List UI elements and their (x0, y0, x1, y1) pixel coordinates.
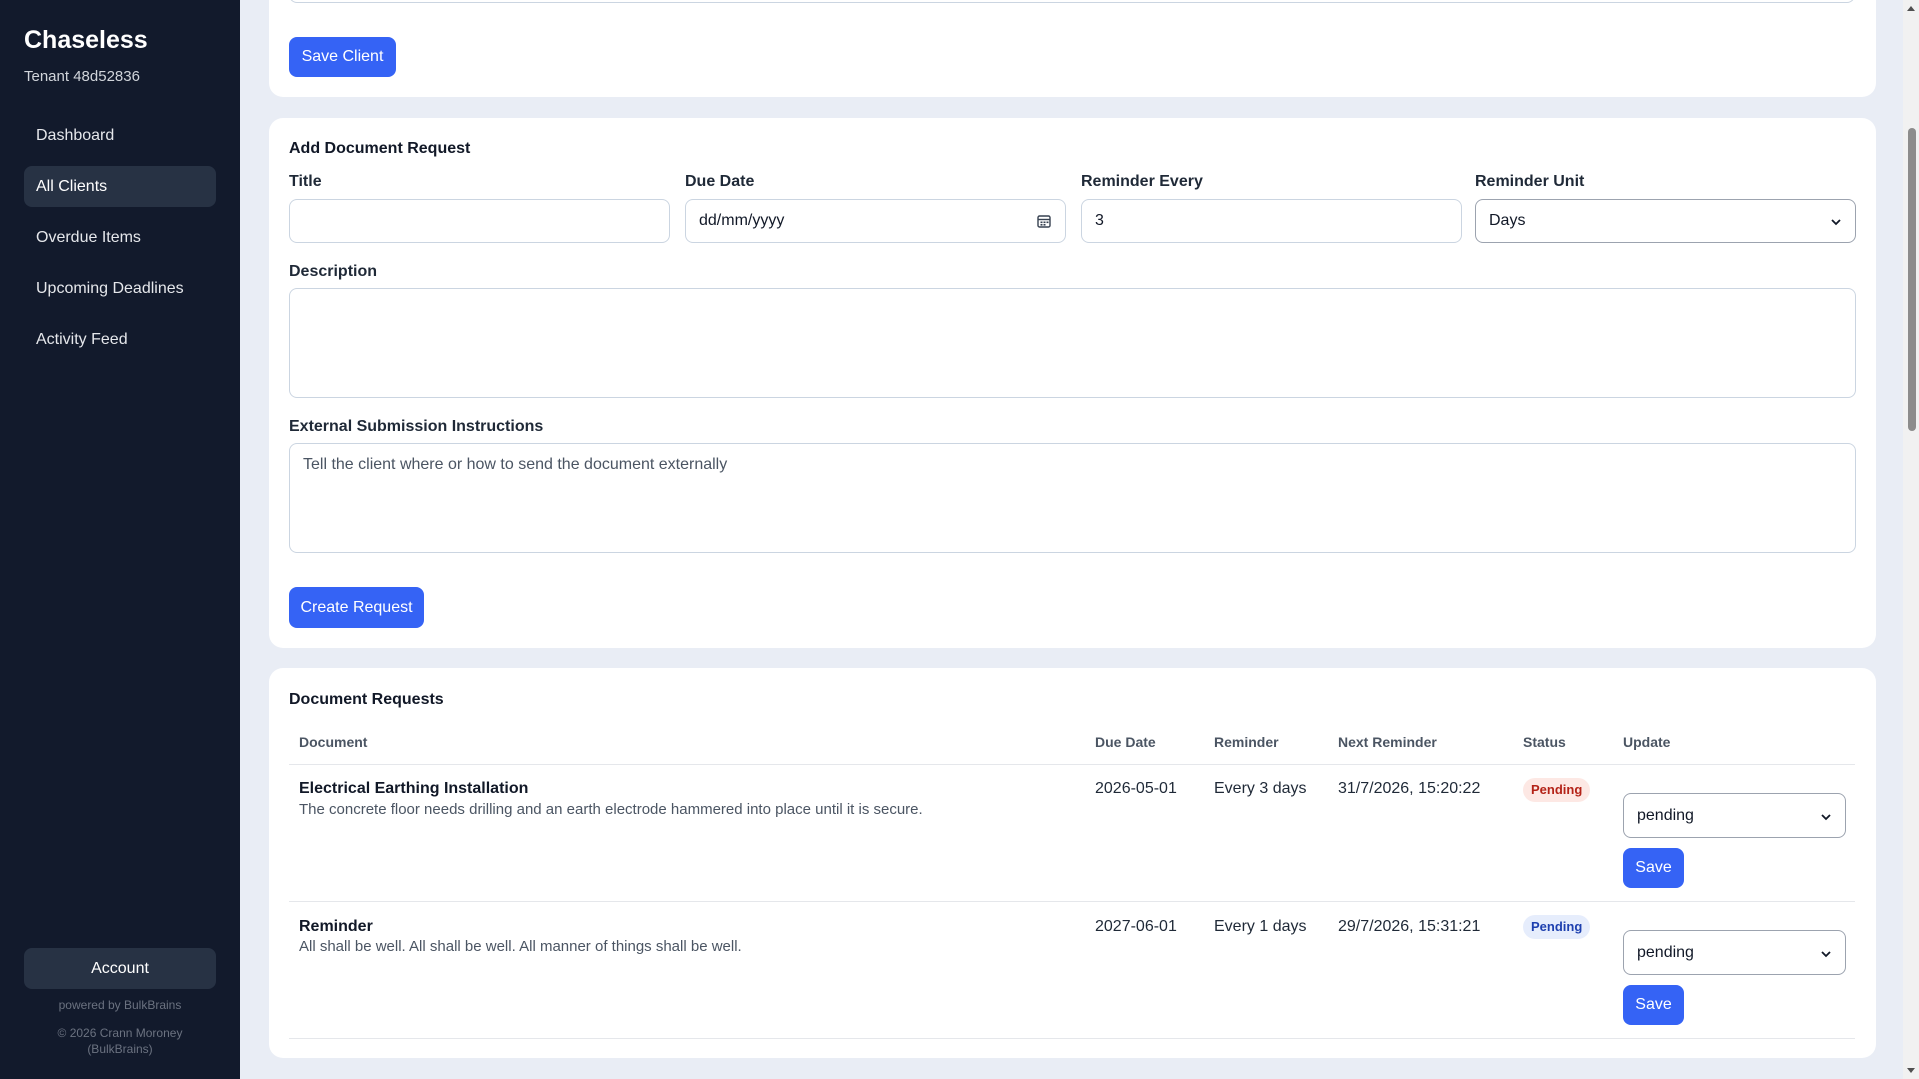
col-due-date: Due Date (1095, 734, 1156, 750)
sidebar-item-all-clients[interactable]: All Clients (24, 166, 216, 207)
description-label: Description (289, 263, 378, 280)
col-update: Update (1623, 734, 1671, 750)
reminder-cell: Every 3 days (1214, 780, 1307, 797)
table-divider (289, 764, 1855, 765)
sidebar: Chaseless Tenant 48d52836 Dashboard All … (0, 0, 240, 1079)
status-select[interactable]: pending (1623, 793, 1846, 838)
brand-name: Chaseless (24, 26, 148, 54)
sidebar-item-overdue-items[interactable]: Overdue Items (24, 217, 216, 258)
client-form-card: Save Client (269, 0, 1876, 97)
document-requests-card: Document Requests Document Due Date Remi… (269, 668, 1876, 1058)
status-badge: Pending (1523, 915, 1591, 939)
client-notes-field[interactable] (289, 0, 1855, 3)
due-date-label: Due Date (685, 173, 755, 190)
table-divider (289, 901, 1855, 902)
status-select[interactable]: pending (1623, 930, 1846, 975)
create-request-button[interactable]: Create Request (289, 587, 424, 628)
copyright: © 2026 Crann Moroney (BulkBrains) (24, 1025, 216, 1057)
due-date-input[interactable]: dd/mm/yyyy (685, 199, 1066, 243)
tenant-label: Tenant 48d52836 (24, 68, 140, 85)
reminder-unit-value: Days (1489, 212, 1526, 229)
chevron-down-icon (1830, 215, 1842, 227)
sidebar-item-dashboard[interactable]: Dashboard (24, 115, 216, 156)
scroll-up-arrow-icon[interactable] (1907, 6, 1915, 11)
title-input[interactable] (289, 199, 670, 243)
sidebar-nav: Dashboard All Clients Overdue Items Upco… (24, 115, 216, 370)
col-document: Document (299, 734, 368, 750)
status-select-value: pending (1637, 806, 1694, 824)
save-status-button[interactable]: Save (1623, 985, 1684, 1025)
due-date-cell: 2026-05-01 (1095, 780, 1177, 797)
due-date-placeholder: dd/mm/yyyy (699, 212, 785, 229)
instructions-label: External Submission Instructions (289, 418, 544, 435)
document-title: Electrical Earthing Installation (299, 780, 529, 797)
col-status: Status (1523, 734, 1566, 750)
instructions-textarea[interactable] (289, 443, 1856, 553)
copyright-line-2: (BulkBrains) (87, 1042, 153, 1056)
copyright-line-1: © 2026 Crann Moroney (57, 1026, 183, 1040)
col-reminder: Reminder (1214, 734, 1279, 750)
title-label: Title (289, 173, 322, 190)
sidebar-item-activity-feed[interactable]: Activity Feed (24, 319, 216, 360)
table-divider (289, 1038, 1855, 1039)
due-date-cell: 2027-06-01 (1095, 918, 1177, 935)
calendar-icon[interactable] (1036, 213, 1052, 229)
reminder-unit-select[interactable]: Days (1475, 199, 1856, 243)
chevron-down-icon (1820, 947, 1832, 959)
reminder-cell: Every 1 days (1214, 918, 1307, 935)
status-badge: Pending (1523, 778, 1591, 802)
description-textarea[interactable] (289, 288, 1856, 398)
account-button[interactable]: Account (24, 948, 216, 989)
reminder-unit-label: Reminder Unit (1475, 173, 1585, 190)
save-status-button[interactable]: Save (1623, 848, 1684, 888)
add-request-title: Add Document Request (289, 140, 471, 157)
reminder-every-input[interactable] (1081, 199, 1462, 243)
page-scrollbar[interactable] (1903, 0, 1919, 1079)
powered-by: powered by BulkBrains (58, 998, 182, 1012)
document-description: All shall be well. All shall be well. Al… (299, 938, 742, 955)
status-select-value: pending (1637, 943, 1694, 961)
document-title: Reminder (299, 918, 373, 935)
sidebar-item-upcoming-deadlines[interactable]: Upcoming Deadlines (24, 268, 216, 309)
next-reminder-cell: 31/7/2026, 15:20:22 (1338, 780, 1481, 797)
col-next-reminder: Next Reminder (1338, 734, 1437, 750)
chevron-down-icon (1820, 810, 1832, 822)
scroll-down-arrow-icon[interactable] (1907, 1068, 1915, 1073)
reminder-every-label: Reminder Every (1081, 173, 1203, 190)
scroll-thumb[interactable] (1908, 128, 1916, 431)
next-reminder-cell: 29/7/2026, 15:31:21 (1338, 918, 1481, 935)
add-request-card: Add Document Request Title Due Date dd/m… (269, 118, 1876, 648)
document-description: The concrete floor needs drilling and an… (299, 801, 923, 818)
save-client-button[interactable]: Save Client (289, 37, 396, 77)
document-requests-title: Document Requests (289, 691, 444, 708)
